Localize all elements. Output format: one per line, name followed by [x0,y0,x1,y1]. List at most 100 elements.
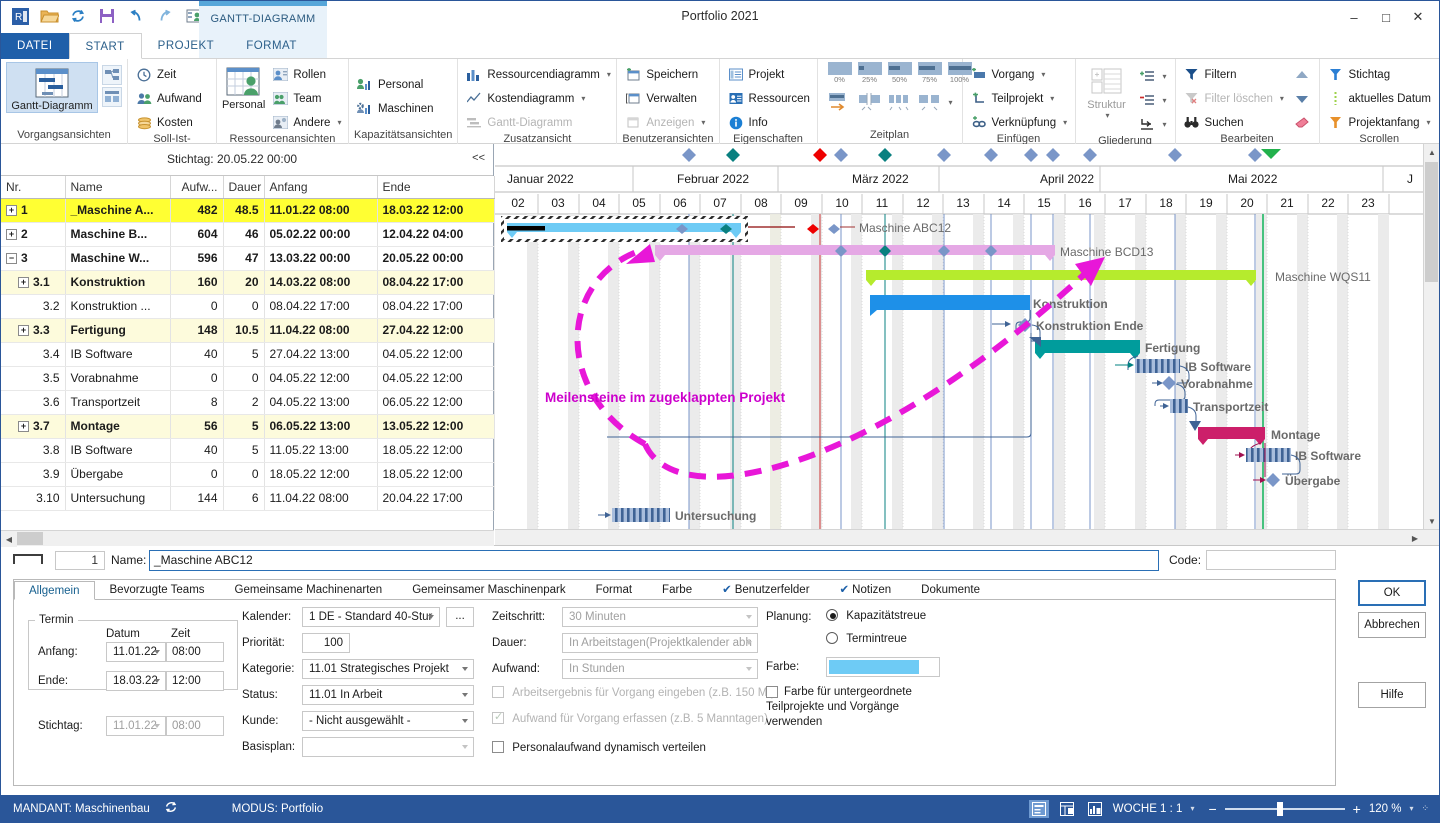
anfang-time-field[interactable]: 08:00 [166,642,224,662]
tab-format[interactable]: Format [581,580,647,599]
table-view-icon[interactable] [1057,800,1077,818]
radio-icon[interactable] [826,632,838,644]
verknuepfung-button[interactable]: Verknüpfung ▾ [968,112,1071,133]
chevron-down-icon[interactable]: ▾ [581,94,585,103]
tab-notizen[interactable]: ✔ Notizen [825,580,907,599]
basisplan-dropdown[interactable] [302,737,474,757]
chevron-down-icon[interactable]: ▾ [701,118,705,127]
ressourcen-props-button[interactable]: Ressourcen [725,88,813,109]
move-task-icon[interactable] [827,91,853,113]
chevron-down-icon[interactable] [154,650,160,654]
expander-icon[interactable]: − [6,252,17,264]
stichtag-time-field[interactable]: 08:00 [166,716,224,736]
close-button[interactable]: ✕ [1403,6,1433,28]
tab-benutzerfelder[interactable]: ✔ Benutzerfelder [707,580,824,599]
info-button[interactable]: Info [725,112,813,133]
zoom-slider-knob[interactable] [1276,801,1283,816]
chevron-down-icon[interactable]: ▾ [607,70,611,79]
scroll-left-icon[interactable]: ◀ [1,531,17,547]
expander-icon[interactable]: + [18,276,29,288]
progress-75-button[interactable]: 75% [917,62,943,84]
anzeigen-button[interactable]: Anzeigen ▾ [622,112,708,133]
personalaufwand-checkbox-row[interactable]: Personalaufwand dynamisch verteilen [492,741,706,754]
chevron-down-icon[interactable]: ▾ [1106,111,1110,120]
tab-allgemein[interactable]: Allgemein [14,581,95,600]
table-row[interactable]: 3.8 IB Software 40 5 11.05.22 13:00 18.05.22 … [1,438,495,463]
resize-grip-icon[interactable]: ⁘ [1421,803,1429,814]
filtern-button[interactable]: Filtern [1181,64,1287,85]
help-button[interactable]: Hilfe [1358,682,1426,708]
gantt-vscroll-thumb[interactable] [1425,162,1438,282]
chevron-down-icon[interactable] [462,693,468,697]
kategorie-dropdown[interactable]: 11.01 Strategisches Projekt [302,659,474,679]
planung-kapazitaetstreue-option[interactable]: Kapazitätstreue [826,609,926,622]
form-view-icon[interactable] [1028,799,1049,818]
tab-gemeinsame-machinenarten[interactable]: Gemeinsame Machinenarten [220,580,398,599]
zeit-button[interactable]: Zeit [133,64,205,85]
chevron-down-icon[interactable] [746,667,752,671]
tab-dokumente[interactable]: Dokumente [906,580,995,599]
dauer-dropdown[interactable]: In Arbeitstagen(Projektkalender abh [562,633,758,653]
chevron-down-icon[interactable]: ▾ [1163,120,1167,129]
code-input[interactable] [1206,550,1336,570]
progress-25-button[interactable]: 25% [857,62,883,84]
zoom-out-button[interactable]: − [1208,801,1216,817]
stichtag-date-field[interactable]: 11.01.22 [106,716,166,736]
suchen-button[interactable]: Suchen [1181,112,1287,133]
scroll-up-icon[interactable] [1292,64,1312,85]
chevron-down-icon[interactable]: ▾ [337,118,341,127]
table-row[interactable]: 3.9 Übergabe 0 0 18.05.22 12:00 18.05.22 12:0… [1,462,495,487]
scroll-right-icon[interactable]: ▶ [1407,530,1423,545]
team-button[interactable]: Team [269,88,344,109]
teilprojekt-button[interactable]: Teilprojekt ▾ [968,88,1071,109]
aufwand-erfassen-checkbox-row[interactable]: ✓ Aufwand für Vorgang erfassen (z.B. 5 M… [492,711,768,725]
chevron-down-icon[interactable]: ▾ [1427,118,1431,127]
expander-icon[interactable]: + [18,324,29,336]
ende-date-field[interactable]: 18.03.22 [106,671,166,691]
name-input[interactable]: _Maschine ABC12 [149,550,1159,571]
chevron-down-icon[interactable]: ▾ [1190,804,1194,813]
tab-start[interactable]: START [68,33,142,59]
chevron-down-icon[interactable] [462,719,468,723]
column-header-dauer[interactable]: Dauer [223,176,265,199]
chevron-down-icon[interactable]: ▾ [1041,70,1045,79]
refresh-icon[interactable] [164,800,178,817]
kapazitaet-maschinen-button[interactable]: Maschinen [354,98,437,119]
chevron-down-icon[interactable]: ▾ [1409,804,1413,813]
projekt-props-button[interactable]: Projekt [725,64,813,85]
kunde-dropdown[interactable]: - Nicht ausgewählt - [302,711,474,731]
table-row[interactable]: +3.7 Montage 56 5 06.05.22 13:00 13.05.22 12:… [1,414,495,439]
board-view-icon[interactable] [102,87,122,107]
table-row[interactable]: 3.10 Untersuchung 144 6 11.04.22 08:00 20.04.… [1,486,495,511]
split-mid-icon[interactable] [887,91,913,113]
planung-termintreue-option[interactable]: Termintreue [826,632,907,645]
checkbox-icon[interactable] [766,686,778,698]
chevron-down-icon[interactable] [154,724,160,728]
status-dropdown[interactable]: 11.01 In Arbeit [302,685,474,705]
collapse-grid-button[interactable]: << [472,152,485,164]
table-row[interactable]: 3.6 Transportzeit 8 2 04.05.22 13:00 06.05.22… [1,390,495,415]
tab-gemeinsamer-maschinenpark[interactable]: Gemeinsamer Maschinenpark [397,580,580,599]
kalender-browse-button[interactable]: ... [446,607,474,627]
minimize-button[interactable]: – [1339,6,1369,28]
checkbox-icon[interactable] [492,741,504,753]
checkbox-icon[interactable] [492,686,504,698]
indent-remove-button[interactable]: ▾ [1137,90,1170,111]
farbe-dropdown[interactable] [826,657,940,677]
tab-datei[interactable]: DATEI [1,33,69,59]
prioritaet-field[interactable]: 100 [302,633,350,653]
gantt-hscrollbar[interactable]: ▶ [495,529,1439,545]
expander-icon[interactable]: + [6,204,17,216]
table-row[interactable]: 3.2 Konstruktion ... 0 0 08.04.22 17:00 08.04… [1,294,495,319]
table-row[interactable]: +2 Maschine B... 604 46 05.02.22 00:00 12.04.… [1,222,495,247]
andere-button[interactable]: Andere ▾ [269,112,344,133]
table-row[interactable]: +3.3 Fertigung 148 10.5 11.04.22 08:00 27.04.… [1,318,495,343]
checkbox-icon[interactable]: ✓ [492,711,504,724]
tab-projekt[interactable]: PROJEKT [142,33,231,59]
column-header-anfang[interactable]: Anfang [264,176,378,199]
chevron-down-icon[interactable]: ▾ [1063,118,1067,127]
zoom-in-button[interactable]: + [1353,801,1361,817]
vorgang-button[interactable]: Vorgang ▾ [968,64,1071,85]
struktur-button[interactable]: Struktur ▾ [1081,62,1133,120]
chevron-down-icon[interactable]: ▾ [1163,96,1167,105]
